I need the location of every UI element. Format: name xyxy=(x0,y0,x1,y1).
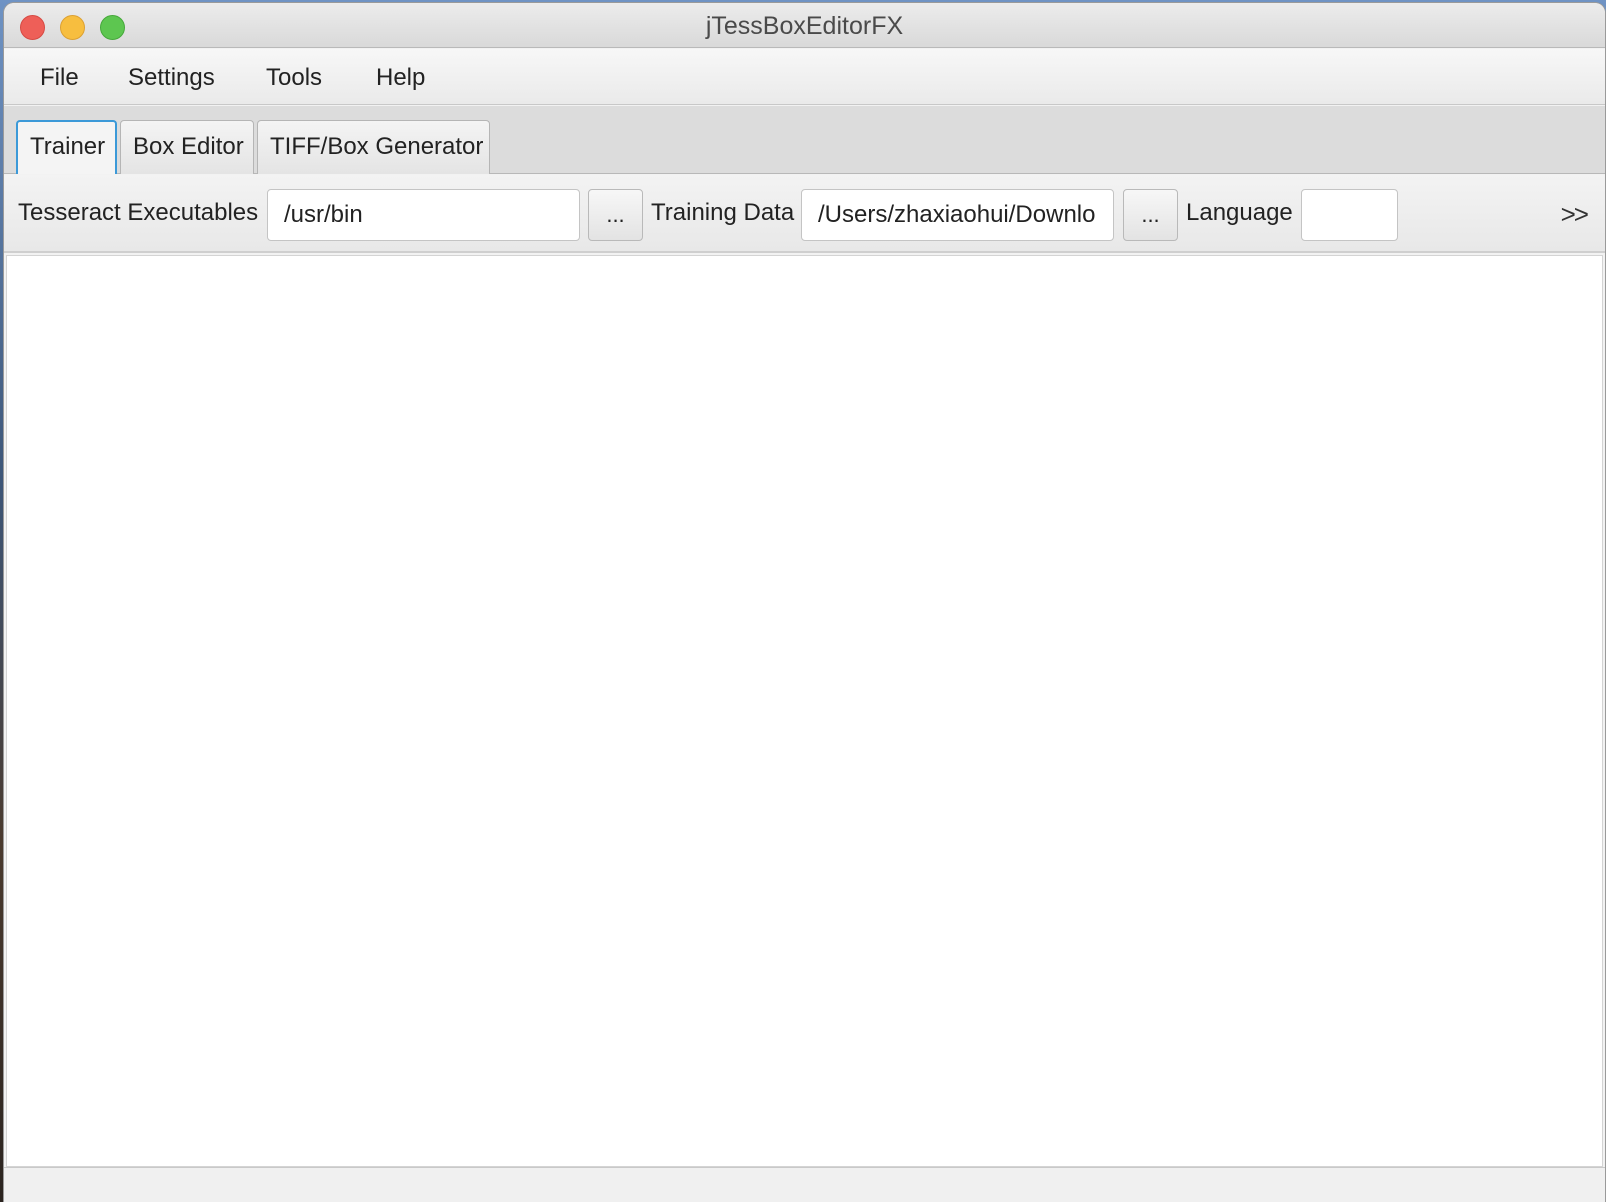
app-window: jTessBoxEditorFX File Settings Tools Hel… xyxy=(4,3,1605,1202)
tab-trainer[interactable]: Trainer xyxy=(16,120,117,174)
language-label: Language xyxy=(1186,199,1293,226)
training-data-field[interactable] xyxy=(801,189,1114,241)
tab-bar: Trainer Box Editor TIFF/Box Generator xyxy=(4,106,1605,174)
menu-settings[interactable]: Settings xyxy=(124,62,219,94)
training-data-browse-button[interactable]: ... xyxy=(1123,189,1178,241)
menu-bar: File Settings Tools Help xyxy=(4,49,1605,105)
tesseract-executables-field[interactable] xyxy=(267,189,580,241)
status-bar xyxy=(4,1167,1605,1202)
tesseract-browse-button[interactable]: ... xyxy=(588,189,643,241)
menu-help[interactable]: Help xyxy=(372,62,429,94)
menu-file[interactable]: File xyxy=(36,62,83,94)
training-data-label: Training Data xyxy=(651,199,795,226)
trainer-toolbar: Tesseract Executables ... Training Data … xyxy=(4,175,1605,253)
chevron-double-right-icon[interactable]: >> xyxy=(1561,199,1589,230)
tab-tiff-box-generator[interactable]: TIFF/Box Generator xyxy=(257,120,490,174)
tab-box-editor[interactable]: Box Editor xyxy=(120,120,254,174)
window-title: jTessBoxEditorFX xyxy=(705,12,904,40)
output-text-area[interactable] xyxy=(6,255,1603,1167)
title-bar: jTessBoxEditorFX xyxy=(4,3,1605,48)
menu-tools[interactable]: Tools xyxy=(262,62,326,94)
language-field[interactable] xyxy=(1301,189,1398,241)
tesseract-executables-label: Tesseract Executables xyxy=(18,199,259,226)
